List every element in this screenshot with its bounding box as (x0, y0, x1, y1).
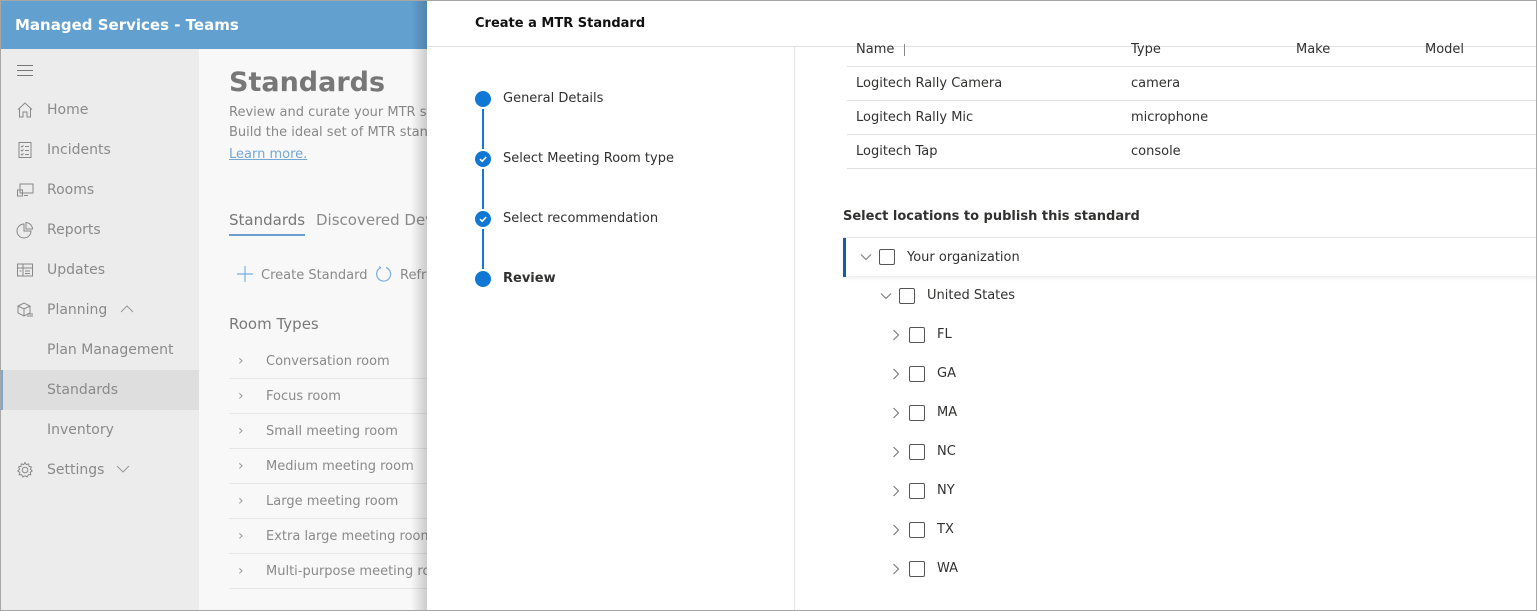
chevron-right-icon[interactable] (889, 445, 903, 459)
checkbox[interactable] (909, 443, 925, 460)
sidebar-item-rooms[interactable]: Rooms (1, 170, 199, 210)
chevron-down-icon[interactable] (116, 464, 130, 477)
tree-node-state[interactable]: FL (843, 315, 1536, 354)
sidebar-item-planning[interactable]: Planning (1, 290, 199, 330)
page-description: Review and curate your MTR sta Build the… (229, 105, 439, 140)
sidebar-item-incidents[interactable]: Incidents (1, 130, 199, 170)
checklist-icon (16, 141, 34, 159)
tree-node-state[interactable]: WA (843, 549, 1536, 588)
chevron-down-icon[interactable] (859, 250, 873, 264)
step-connector (482, 109, 484, 149)
chevron-right-icon[interactable] (889, 328, 903, 342)
column-resize-handle[interactable] (904, 43, 906, 56)
plus-icon (236, 265, 254, 286)
column-header-make[interactable]: Make (1296, 42, 1330, 57)
sidebar: Home Incidents Rooms Reports Updates Pla… (1, 49, 199, 610)
table-header: Name Type Make Model (847, 34, 1536, 67)
room-type-item[interactable]: › Conversation room (229, 344, 439, 379)
chevron-right-icon: › (238, 493, 244, 509)
chevron-right-icon[interactable] (889, 406, 903, 420)
chevron-right-icon: › (238, 458, 244, 474)
panel-shadow (411, 1, 427, 610)
room-type-item[interactable]: › Multi-purpose meeting ro (229, 554, 439, 589)
chevron-down-icon[interactable] (879, 289, 893, 303)
room-type-item[interactable]: › Medium meeting room (229, 449, 439, 484)
chevron-right-icon: › (238, 563, 244, 579)
tree-node-state[interactable]: NY (843, 471, 1536, 510)
room-type-item[interactable]: › Small meeting room (229, 414, 439, 449)
checkbox[interactable] (909, 482, 925, 499)
checkbox[interactable] (909, 560, 925, 577)
tab-standards[interactable]: Standards (229, 211, 306, 236)
tree-node-state[interactable]: NC (843, 432, 1536, 471)
checkmark-icon (475, 151, 491, 167)
refresh-icon (375, 265, 393, 286)
checkbox[interactable] (909, 365, 925, 382)
chevron-right-icon: › (238, 528, 244, 544)
chevron-up-icon[interactable] (120, 304, 134, 317)
create-standard-panel: Create a MTR Standard General Details Se… (427, 1, 1536, 610)
pie-chart-icon (16, 221, 34, 239)
checkbox[interactable] (899, 287, 915, 304)
room-type-item[interactable]: › Large meeting room (229, 484, 439, 519)
step-current-dot-icon (475, 91, 491, 107)
column-header-type[interactable]: Type (1131, 42, 1161, 57)
panel-title: Create a MTR Standard (475, 16, 646, 31)
app-title: Managed Services - Teams (15, 16, 239, 34)
sidebar-item-reports[interactable]: Reports (1, 210, 199, 250)
chevron-right-icon: › (238, 423, 244, 439)
checkmark-icon (475, 211, 491, 227)
sidebar-item-standards[interactable]: Standards (1, 370, 199, 410)
gear-icon (16, 461, 34, 479)
tree-node-your-organization[interactable]: Your organization (843, 237, 1536, 277)
checkbox[interactable] (909, 326, 925, 343)
checkbox[interactable] (879, 249, 895, 265)
column-header-name[interactable]: Name (856, 42, 906, 57)
table-row[interactable]: Logitech Rally Mic microphone (847, 101, 1536, 135)
tree-node-state[interactable]: MA (843, 393, 1536, 432)
locations-heading: Select locations to publish this standar… (843, 209, 1140, 224)
chevron-right-icon[interactable] (889, 523, 903, 537)
chevron-right-icon: › (238, 353, 244, 369)
room-types-list: › Conversation room › Focus room › Small me… (229, 344, 439, 589)
app-window: Managed Services - Teams Home Incidents … (0, 0, 1537, 611)
step-connector (482, 229, 484, 269)
hamburger-icon[interactable] (17, 65, 33, 77)
checkbox[interactable] (909, 404, 925, 421)
sidebar-item-plan-management[interactable]: Plan Management (1, 330, 199, 370)
monitor-icon (16, 181, 34, 199)
learn-more-link[interactable]: Learn more. (229, 147, 307, 162)
step-connector (482, 169, 484, 209)
create-standard-button[interactable]: Create Standard (236, 265, 367, 286)
tree-node-state[interactable]: TX (843, 510, 1536, 549)
chevron-right-icon[interactable] (889, 562, 903, 576)
sidebar-item-settings[interactable]: Settings (1, 450, 199, 490)
sidebar-item-home[interactable]: Home (1, 90, 199, 130)
tree-node-united-states[interactable]: United States (843, 276, 1536, 315)
room-types-heading: Room Types (229, 315, 319, 333)
main-content: Standards Review and curate your MTR sta… (199, 49, 439, 610)
room-type-item[interactable]: › Extra large meeting room (229, 519, 439, 554)
table-row[interactable]: Logitech Rally Camera camera (847, 67, 1536, 101)
package-icon (16, 301, 34, 319)
table-row[interactable]: Logitech Tap console (847, 135, 1536, 169)
tree-node-state[interactable]: GA (843, 354, 1536, 393)
page-title: Standards (229, 67, 386, 98)
step-active-dot-icon (475, 271, 491, 287)
column-header-model[interactable]: Model (1425, 42, 1464, 57)
room-type-item[interactable]: › Focus room (229, 379, 439, 414)
sidebar-item-inventory[interactable]: Inventory (1, 410, 199, 450)
location-tree: Your organization United States FL GA MA (843, 237, 1536, 588)
panel-divider (794, 47, 795, 610)
checkbox[interactable] (909, 521, 925, 538)
updates-icon (16, 261, 34, 279)
chevron-right-icon[interactable] (889, 484, 903, 498)
device-table: Name Type Make Model Logitech Rally Came… (847, 34, 1536, 169)
chevron-right-icon: › (238, 388, 244, 404)
home-icon (16, 101, 34, 119)
sidebar-item-updates[interactable]: Updates (1, 250, 199, 290)
chevron-right-icon[interactable] (889, 367, 903, 381)
